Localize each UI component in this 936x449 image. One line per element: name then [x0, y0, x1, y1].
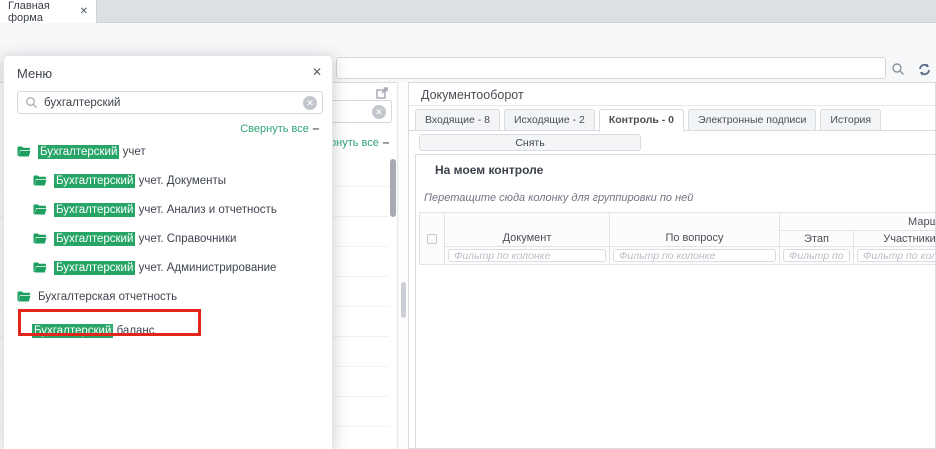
- page-scrollbar-thumb[interactable]: [401, 282, 406, 318]
- menu-item-balance-sheet[interactable]: Бухгалтерский баланс: [32, 316, 155, 345]
- filter-cell: [854, 247, 936, 265]
- panel-scrollbar-thumb[interactable]: [390, 159, 396, 217]
- filter-input-document[interactable]: [448, 249, 606, 262]
- clear-search-icon[interactable]: ✕: [372, 105, 386, 119]
- menu-item-accounting-administration[interactable]: учет. АдминистрированиеБухгалтерский уче…: [33, 253, 276, 282]
- clear-search-icon[interactable]: ✕: [303, 96, 317, 110]
- menu-item-accounting[interactable]: Бухгалтерский учет: [17, 137, 146, 166]
- tab-outgoing[interactable]: Исходящие - 2: [504, 109, 595, 131]
- filter-input-participants[interactable]: [857, 249, 936, 262]
- panel-title: Документооборот: [421, 88, 524, 102]
- app-window: Главная форма ✕ ✕: [0, 0, 936, 449]
- tab-incoming[interactable]: Входящие - 8: [415, 109, 500, 131]
- dialog-title: Меню: [17, 66, 52, 81]
- menu-item-accounting-reports[interactable]: Бухгалтерская отчетность: [17, 282, 177, 311]
- menu-item-accounting-references[interactable]: Бухгалтерский учет. Справочники: [33, 224, 236, 253]
- collapse-minus-icon: ‒: [383, 137, 389, 149]
- header-checkbox-cell: [420, 213, 445, 265]
- tab-close-icon[interactable]: ✕: [80, 6, 88, 17]
- filter-input-subject[interactable]: [613, 249, 776, 262]
- refresh-icon: [917, 62, 932, 77]
- column-group-route[interactable]: Маршрут: [780, 213, 936, 231]
- folder-icon: [33, 233, 47, 244]
- collapse-minus-icon: ‒: [313, 123, 319, 135]
- window-tabbar: Главная форма ✕: [0, 0, 936, 23]
- tab-signatures[interactable]: Электронные подписи: [688, 109, 816, 131]
- tab-control[interactable]: Контроль - 0: [599, 109, 684, 132]
- menu-search-field[interactable]: ✕: [17, 91, 323, 114]
- tab-main-form[interactable]: Главная форма ✕: [0, 0, 97, 23]
- column-header-document[interactable]: Документ: [445, 213, 610, 247]
- select-all-checkbox[interactable]: [427, 234, 437, 244]
- search-button[interactable]: [888, 59, 908, 79]
- filter-cell: [610, 247, 780, 265]
- remove-button[interactable]: Снять: [419, 134, 641, 151]
- search-icon: [891, 62, 905, 76]
- document-flow-panel: Документооборот Входящие - 8 Исходящие -…: [408, 82, 936, 449]
- menu-search-input[interactable]: [44, 92, 294, 113]
- dialog-close-icon[interactable]: ✕: [312, 65, 322, 79]
- documents-table-header: Документ По вопросу Маршрут Этап Участни…: [419, 212, 936, 265]
- menu-collapse-all-link[interactable]: Свернуть все‒: [240, 123, 319, 135]
- column-header-subject[interactable]: По вопросу: [610, 213, 780, 247]
- folder-icon: [17, 291, 31, 302]
- tab-main-form-label: Главная форма: [8, 0, 72, 24]
- folder-icon: [33, 262, 47, 273]
- column-header-participants[interactable]: Участники: [854, 231, 936, 247]
- document-flow-tabs: Входящие - 8 Исходящие - 2 Контроль - 0 …: [415, 109, 881, 131]
- folder-icon: [33, 204, 47, 215]
- filter-input-stage[interactable]: [783, 249, 850, 262]
- folder-icon: [33, 175, 47, 186]
- divider: [409, 105, 935, 106]
- filter-cell: [780, 247, 854, 265]
- popout-icon[interactable]: [376, 86, 389, 99]
- search-icon: [25, 96, 38, 109]
- global-search-input[interactable]: [336, 57, 886, 79]
- page-scrollbar[interactable]: [399, 82, 408, 449]
- filter-cell: [445, 247, 610, 265]
- tab-history[interactable]: История: [820, 109, 881, 131]
- column-header-stage[interactable]: Этап: [780, 231, 854, 247]
- menu-item-accounting-analysis[interactable]: Бухгалтерский учет. Анализ и отчетность: [33, 195, 277, 224]
- folder-icon: [17, 146, 31, 157]
- refresh-button[interactable]: [914, 59, 934, 79]
- menu-dialog: Меню ✕ ✕ Свернуть все‒ Бухгалтерский уче…: [3, 55, 333, 449]
- section-title: На моем контроле: [435, 163, 543, 177]
- control-tab-content: На моем контроле Перетащите сюда колонку…: [415, 154, 936, 449]
- menu-item-accounting-documents[interactable]: Бухгалтерский учет. Документы: [33, 166, 226, 195]
- group-by-hint: Перетащите сюда колонку для группировки …: [424, 192, 693, 204]
